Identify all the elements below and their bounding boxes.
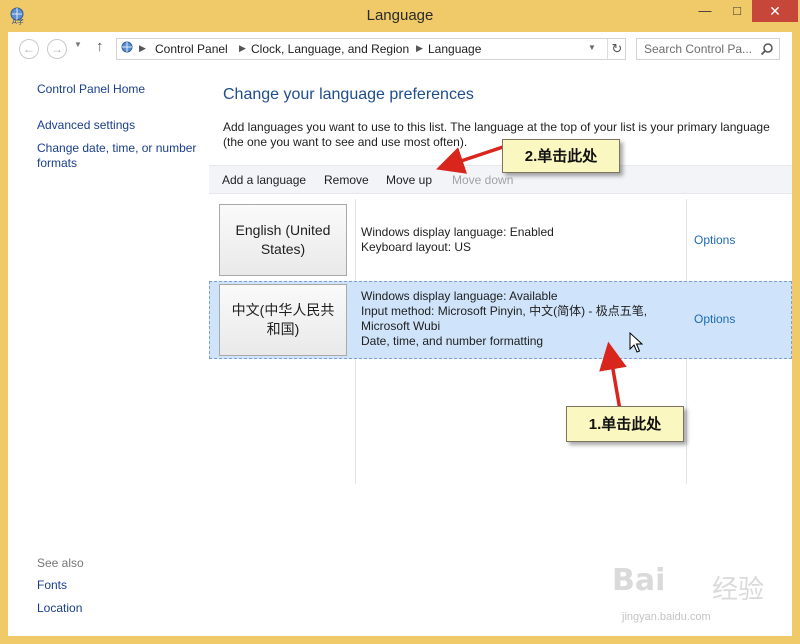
close-button[interactable]: ✕ (752, 0, 798, 22)
watermark-brand: Bai (612, 563, 666, 598)
watermark-url: jingyan.baidu.com (622, 611, 711, 623)
input-method: Input method: Microsoft Pinyin, 中文(简体) -… (361, 304, 648, 318)
language-row-english[interactable]: English (United States) Windows display … (209, 199, 792, 279)
sidebar-change-date-time-formats[interactable]: Change date, time, or number formats (37, 141, 205, 171)
language-toolbar: Add a language Remove Move up Move down (209, 165, 792, 194)
see-also-fonts[interactable]: Fonts (37, 578, 67, 593)
window-client-area: ← → ▼ ↑ ▶ Control Panel ▶ Clock, Languag… (8, 32, 792, 636)
language-tile[interactable]: 中文(中华人民共和国) (219, 284, 347, 356)
up-arrow-icon[interactable]: ↑ (96, 38, 104, 55)
language-tile[interactable]: English (United States) (219, 204, 347, 276)
maximize-button[interactable]: □ (722, 0, 752, 22)
watermark-brand-cn: 经验 (712, 575, 765, 605)
see-also-location[interactable]: Location (37, 601, 82, 616)
search-placeholder: Search Control Pa... (644, 42, 753, 56)
breadcrumb-clock-language-region[interactable]: Clock, Language, and Region (251, 42, 409, 56)
back-arrow-icon[interactable]: ← (19, 39, 39, 59)
display-language-status: Windows display language: Available (361, 289, 558, 303)
language-info: Windows display language: Enabled Keyboa… (361, 225, 691, 255)
breadcrumb-separator-icon[interactable]: ▶ (239, 43, 246, 54)
refresh-icon[interactable]: ↻ (607, 39, 626, 59)
forward-arrow-icon[interactable]: → (47, 39, 67, 59)
sidebar-control-panel-home[interactable]: Control Panel Home (37, 82, 145, 97)
breadcrumb-separator-icon[interactable]: ▶ (416, 43, 423, 54)
remove-button[interactable]: Remove (324, 173, 369, 187)
display-language-status: Windows display language: Enabled (361, 225, 554, 239)
language-row-chinese[interactable]: 中文(中华人民共和国) Windows display language: Av… (209, 281, 792, 359)
address-dropdown-chevron-icon[interactable]: ▼ (588, 43, 596, 52)
search-box[interactable]: Search Control Pa... (636, 38, 780, 60)
title-bar[interactable]: A字 Language — □ ✕ (0, 0, 800, 32)
minimize-button[interactable]: — (690, 0, 720, 22)
search-icon[interactable] (760, 42, 774, 56)
add-language-button[interactable]: Add a language (222, 173, 306, 187)
address-bar[interactable]: ▶ Control Panel ▶ Clock, Language, and R… (116, 38, 626, 60)
see-also-label: See also (37, 556, 84, 570)
language-location-icon (121, 41, 133, 53)
language-window: A字 Language — □ ✕ ← → ▼ ↑ ▶ Control Pane… (0, 0, 800, 644)
sidebar-advanced-settings[interactable]: Advanced settings (37, 118, 135, 133)
mouse-pointer-icon (629, 332, 643, 353)
breadcrumb-language[interactable]: Language (428, 42, 481, 56)
move-down-button[interactable]: Move down (452, 173, 513, 187)
options-link[interactable]: Options (694, 312, 735, 326)
window-title: Language (366, 7, 434, 24)
page-description: Add languages you want to use to this li… (223, 120, 770, 149)
navigation-bar: ← → ▼ ↑ ▶ Control Panel ▶ Clock, Languag… (8, 32, 792, 66)
breadcrumb-control-panel[interactable]: Control Panel (155, 42, 228, 56)
callout-step-1: 1.单击此处 (566, 406, 684, 442)
page-title: Change your language preferences (223, 86, 474, 103)
recent-locations-chevron-icon[interactable]: ▼ (74, 40, 82, 49)
move-up-button[interactable]: Move up (386, 173, 432, 187)
language-list: English (United States) Windows display … (209, 199, 792, 609)
breadcrumb-separator-icon[interactable]: ▶ (139, 43, 146, 54)
keyboard-layout: Keyboard layout: US (361, 240, 472, 254)
options-link[interactable]: Options (694, 233, 735, 247)
baidu-watermark: Bai 经验 jingyan.baidu.com (612, 555, 792, 635)
callout-step-2: 2.单击此处 (502, 139, 620, 173)
